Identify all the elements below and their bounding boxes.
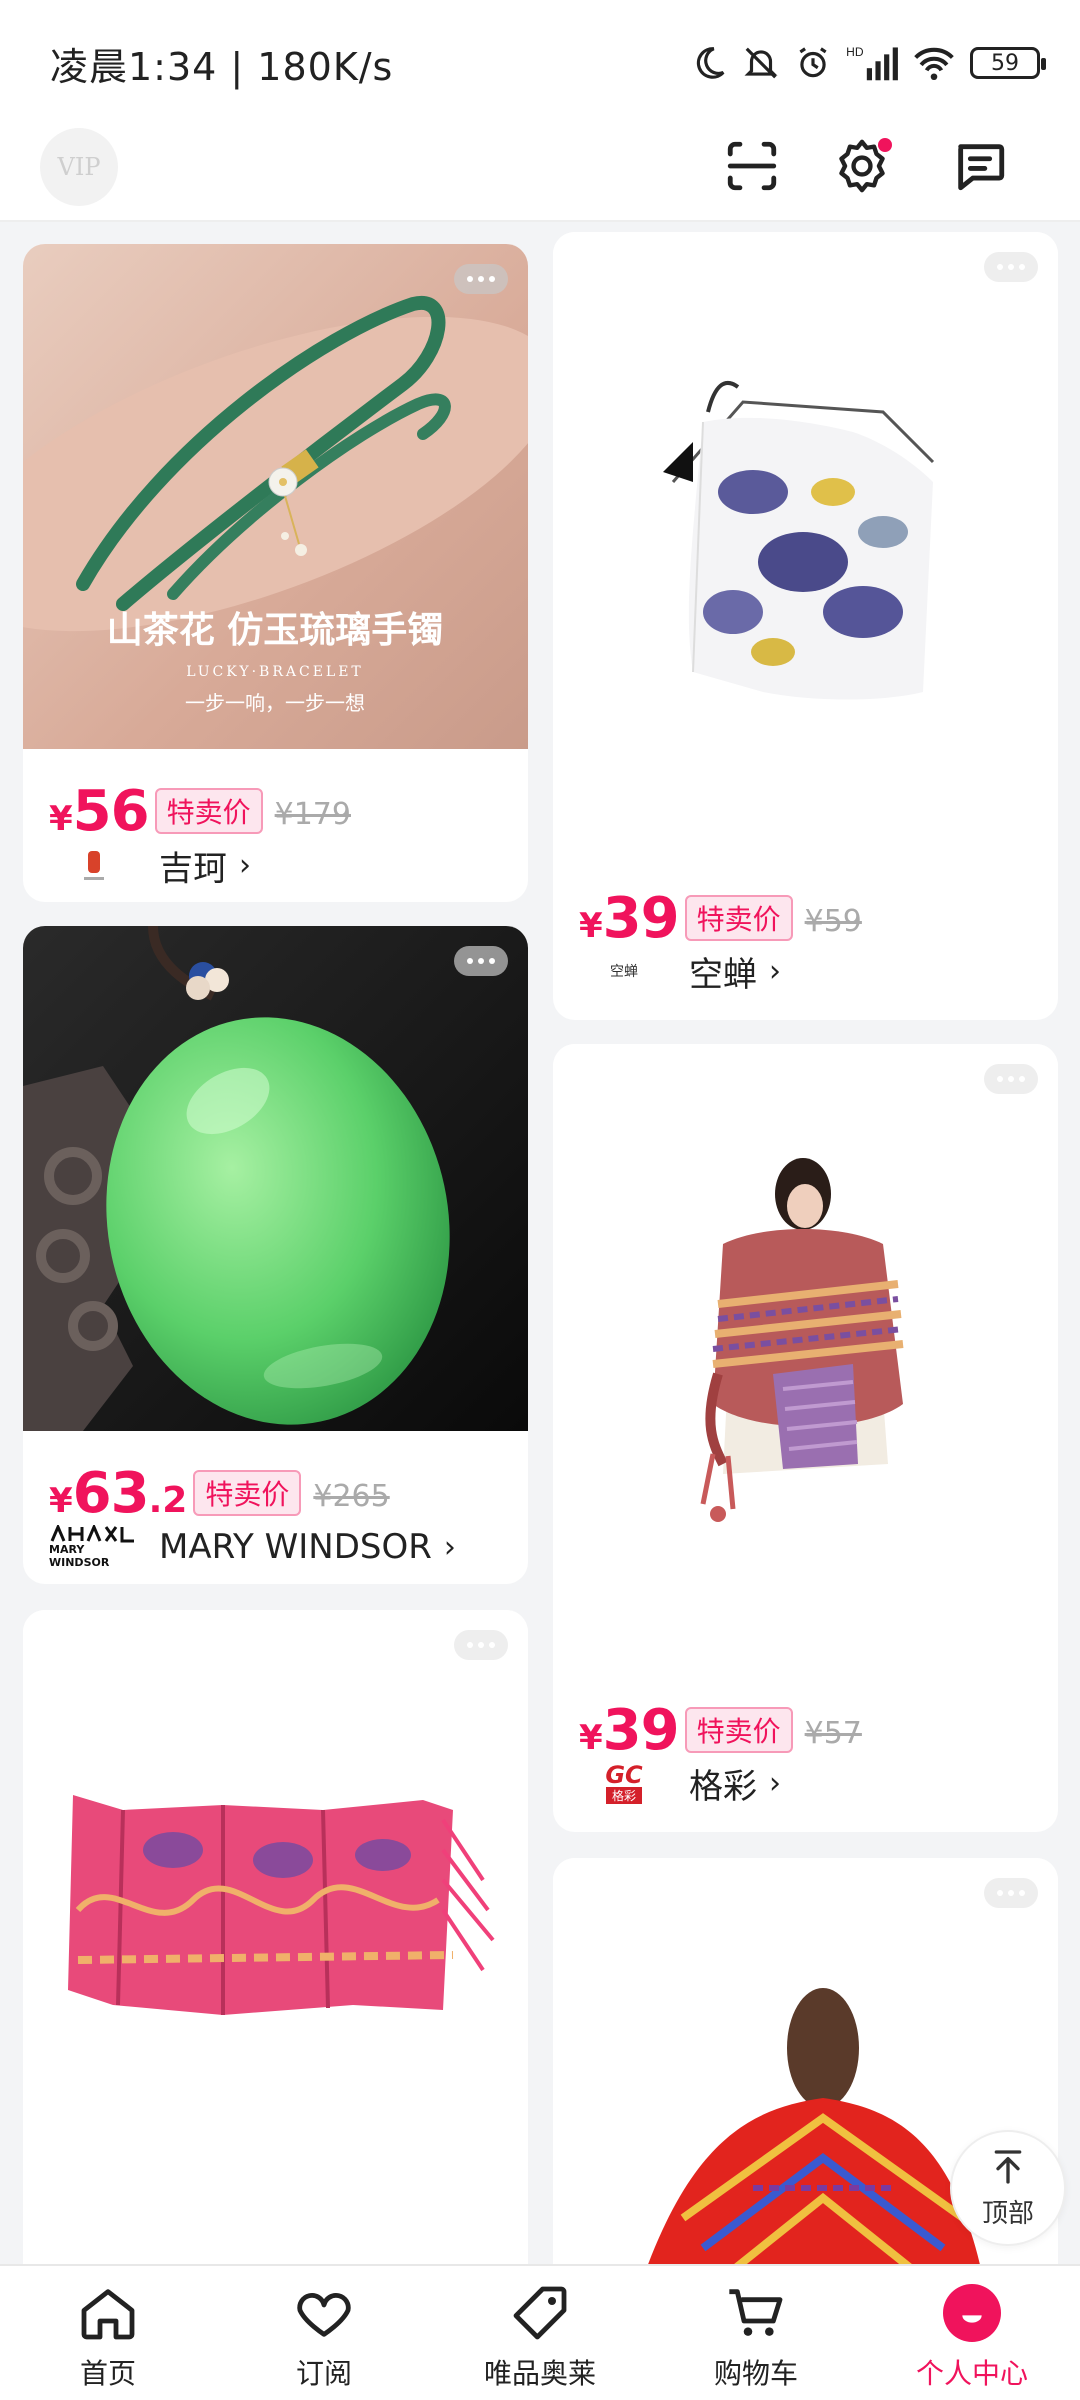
sale-price-tag: 特卖价 xyxy=(154,788,263,834)
currency-symbol: ¥ xyxy=(49,1481,73,1521)
product-image[interactable] xyxy=(23,926,528,1431)
messages-button[interactable] xyxy=(940,128,1020,208)
price-row: ¥ 63 .2 特卖价 ¥265 xyxy=(49,1461,390,1526)
brand-logo-sub: 格彩 xyxy=(605,1786,642,1804)
brand-logo: 空蝉 xyxy=(610,964,638,980)
battery-indicator: 59 xyxy=(970,47,1046,79)
home-icon xyxy=(76,2280,140,2346)
brand-name: MARY WINDSOR xyxy=(159,1527,432,1567)
price-row: ¥ 56 特卖价 ¥179 xyxy=(49,779,351,844)
scan-button[interactable] xyxy=(712,128,792,208)
nav-item-outlet[interactable]: 唯品奥莱 xyxy=(432,2266,648,2400)
profile-icon xyxy=(943,2280,1001,2346)
price: 63 xyxy=(72,1461,150,1526)
image-subcaption: LUCKY·BRACELET xyxy=(186,664,364,680)
brand-name: 格彩 xyxy=(689,1766,757,1807)
back-to-top-label: 顶部 xyxy=(981,2198,1034,2229)
arrow-up-icon xyxy=(988,2147,1028,2191)
price-decimal: .2 xyxy=(148,1480,188,1521)
more-options-button[interactable] xyxy=(984,252,1038,282)
image-caption: 山茶花 仿玉琉璃手镯 xyxy=(107,609,444,651)
product-feed[interactable]: 山茶花 仿玉琉璃手镯 LUCKY·BRACELET 一步一响，一步一想 ¥ 56… xyxy=(0,222,1080,2264)
status-icons: HD 59 xyxy=(690,38,1046,88)
chevron-right-icon: › xyxy=(443,1529,456,1565)
tag-icon xyxy=(508,2280,572,2346)
price-row: ¥ 39 特卖价 ¥57 xyxy=(579,1698,862,1763)
product-card[interactable]: 山茶花 仿玉琉璃手镯 LUCKY·BRACELET 一步一响，一步一想 ¥ 56… xyxy=(23,244,528,902)
currency-symbol: ¥ xyxy=(49,799,73,839)
chevron-right-icon: › xyxy=(769,953,781,989)
nav-item-home[interactable]: 首页 xyxy=(0,2266,216,2400)
product-card[interactable]: ¥ 39 特卖价 ¥57 GC 格彩 格彩 › xyxy=(553,1044,1058,1832)
scan-icon xyxy=(723,137,781,199)
heart-icon xyxy=(292,2280,356,2346)
more-options-button[interactable] xyxy=(454,264,508,294)
brand-logo-text: MARY WINDSOR xyxy=(49,1543,110,1569)
product-image[interactable]: 山茶花 仿玉琉璃手镯 LUCKY·BRACELET 一步一响，一步一想 xyxy=(23,244,528,749)
moon-icon xyxy=(690,44,728,82)
more-options-button[interactable] xyxy=(454,946,508,976)
brand-logo-text: GC xyxy=(605,1760,643,1789)
wifi-icon xyxy=(912,44,956,82)
brand-link[interactable]: MARY WINDSOR MARY WINDSOR › xyxy=(49,1522,456,1572)
signal-icon: HD xyxy=(846,44,898,82)
brand-link[interactable]: 空蝉 空蝉 › xyxy=(579,946,781,996)
product-card[interactable]: ¥ 63 .2 特卖价 ¥265 MARY WINDSOR MARY WINDS… xyxy=(23,926,528,1584)
more-options-button[interactable] xyxy=(984,1064,1038,1094)
price: 39 xyxy=(602,1698,680,1763)
status-time: 凌晨1:34 | 180K/s xyxy=(50,45,394,89)
vip-avatar[interactable]: VIP xyxy=(40,128,118,206)
status-bar: 凌晨1:34 | 180K/s HD 59 xyxy=(0,0,1080,120)
back-to-top-button[interactable]: 顶部 xyxy=(950,2130,1066,2246)
bell-off-icon xyxy=(742,44,780,82)
price: 39 xyxy=(602,886,680,951)
more-options-button[interactable] xyxy=(984,1878,1038,1908)
alarm-icon xyxy=(794,44,832,82)
original-price: ¥179 xyxy=(274,797,351,832)
price-row: ¥ 39 特卖价 ¥59 xyxy=(579,886,862,951)
currency-symbol: ¥ xyxy=(579,1718,603,1758)
product-image[interactable] xyxy=(553,232,1058,862)
brand-logo xyxy=(49,840,139,890)
nav-item-cart[interactable]: 购物车 xyxy=(648,2266,864,2400)
image-slogan: 一步一响，一步一想 xyxy=(185,691,365,715)
settings-button[interactable] xyxy=(822,128,902,208)
brand-logo: GC 格彩 xyxy=(579,1758,669,1808)
nav-label: 订阅 xyxy=(295,2357,352,2390)
message-icon xyxy=(951,137,1009,199)
nav-label: 购物车 xyxy=(713,2357,798,2390)
brand-name: 吉珂 xyxy=(159,848,227,889)
product-card[interactable]: ¥ 39 特卖价 ¥59 空蝉 空蝉 › xyxy=(553,232,1058,1020)
product-image[interactable] xyxy=(23,1610,528,2264)
brand-logo: MARY WINDSOR xyxy=(49,1522,139,1572)
nav-label: 唯品奥莱 xyxy=(483,2357,596,2390)
nav-label: 首页 xyxy=(79,2357,136,2390)
product-image[interactable] xyxy=(553,1044,1058,1674)
sale-price-tag: 特卖价 xyxy=(684,895,793,941)
chevron-right-icon: › xyxy=(239,847,251,883)
product-card[interactable] xyxy=(23,1610,528,2264)
more-options-button[interactable] xyxy=(454,1630,508,1660)
brand-name: 空蝉 xyxy=(689,954,757,995)
sale-price-tag: 特卖价 xyxy=(684,1707,793,1753)
top-header: VIP xyxy=(0,120,1080,222)
sale-price-tag: 特卖价 xyxy=(193,1470,302,1516)
original-price: ¥59 xyxy=(804,904,862,939)
nav-item-profile[interactable]: 个人中心 xyxy=(864,2266,1080,2400)
currency-symbol: ¥ xyxy=(579,906,603,946)
original-price: ¥265 xyxy=(313,1479,390,1514)
cart-icon xyxy=(724,2280,788,2346)
bottom-nav: 首页 订阅 唯品奥莱 购物车 个人中心 xyxy=(0,2264,1080,2400)
notification-dot xyxy=(878,138,892,152)
nav-item-subscribe[interactable]: 订阅 xyxy=(216,2266,432,2400)
original-price: ¥57 xyxy=(804,1716,862,1751)
chevron-right-icon: › xyxy=(769,1765,781,1801)
brand-link[interactable]: GC 格彩 格彩 › xyxy=(579,1758,781,1808)
price: 56 xyxy=(72,779,150,844)
brand-link[interactable]: 吉珂 › xyxy=(49,840,251,890)
nav-label: 个人中心 xyxy=(915,2357,1028,2390)
svg-text:HD: HD xyxy=(846,45,864,59)
